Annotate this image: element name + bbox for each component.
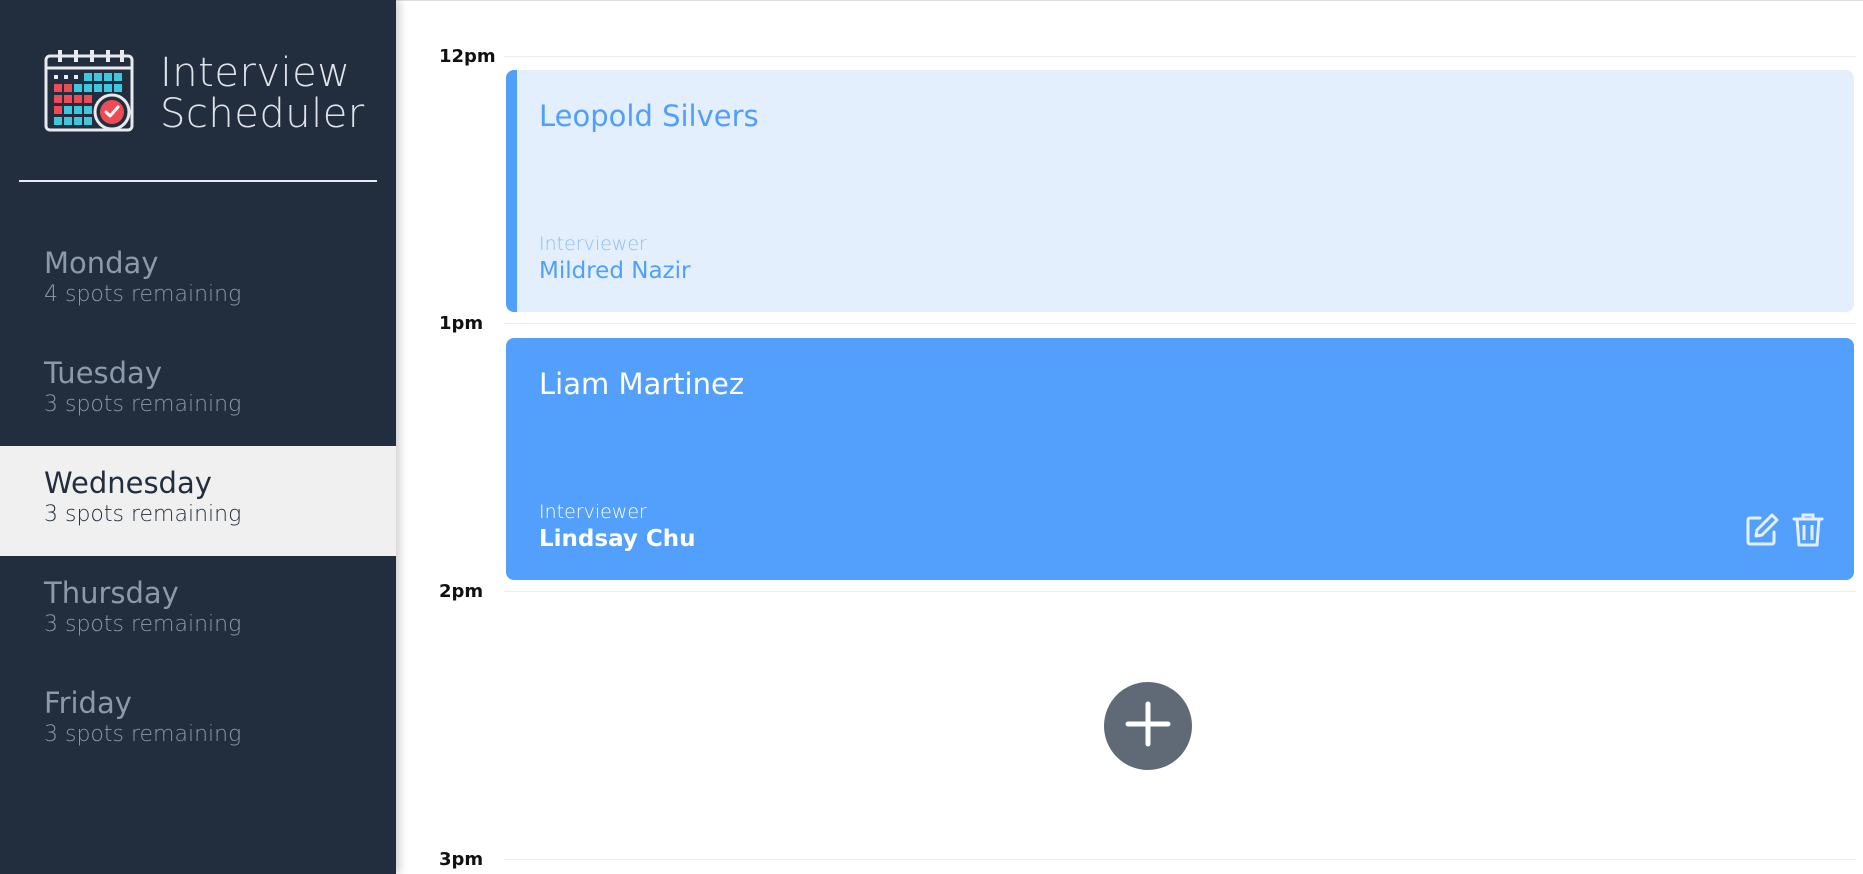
- day-spots: 3 spots remaining: [44, 392, 242, 417]
- interviewer-label: Interviewer: [539, 501, 647, 523]
- day-name: Tuesday: [44, 356, 162, 390]
- plus-icon: [1124, 700, 1172, 753]
- day-name: Monday: [44, 246, 159, 280]
- interviewer-info: Interviewer Lindsay Chu: [539, 500, 696, 554]
- time-label-1pm: 1pm: [439, 313, 484, 334]
- day-spots: 3 spots remaining: [44, 722, 242, 747]
- hour-line: [504, 591, 1856, 592]
- app-title: Interview Scheduler: [160, 49, 365, 137]
- sidebar: Interview Scheduler Monday 4 spots remai…: [0, 0, 396, 874]
- interviewer-name: Lindsay Chu: [539, 526, 696, 552]
- sidebar-divider: [19, 180, 377, 182]
- day-item-monday[interactable]: Monday 4 spots remaining: [0, 226, 396, 336]
- edit-icon: [1744, 512, 1780, 553]
- edit-button[interactable]: [1744, 512, 1780, 553]
- day-name: Thursday: [44, 576, 179, 610]
- brand-logo: Interview Scheduler: [44, 48, 365, 139]
- interviewer-info: Interviewer Mildred Nazir: [539, 232, 690, 286]
- day-name: Wednesday: [44, 466, 212, 500]
- interviewer-label: Interviewer: [539, 233, 647, 255]
- day-item-wednesday[interactable]: Wednesday 3 spots remaining: [0, 446, 396, 556]
- add-appointment-button[interactable]: [1104, 682, 1192, 770]
- appointment-card[interactable]: Liam Martinez Interviewer Lindsay Chu: [506, 338, 1854, 580]
- day-name: Friday: [44, 686, 132, 720]
- time-label-12pm: 12pm: [439, 46, 496, 67]
- hour-line: [504, 56, 1856, 57]
- time-label-2pm: 2pm: [439, 581, 484, 602]
- calendar-check-icon: [44, 48, 136, 139]
- appointment-card[interactable]: Leopold Silvers Interviewer Mildred Nazi…: [506, 70, 1854, 312]
- day-item-tuesday[interactable]: Tuesday 3 spots remaining: [0, 336, 396, 446]
- appointment-actions: [1744, 512, 1826, 553]
- day-spots: 3 spots remaining: [44, 612, 242, 637]
- day-item-friday[interactable]: Friday 3 spots remaining: [0, 666, 396, 776]
- day-spots: 4 spots remaining: [44, 282, 242, 307]
- hour-line: [504, 323, 1856, 324]
- day-item-thursday[interactable]: Thursday 3 spots remaining: [0, 556, 396, 666]
- trash-icon: [1792, 512, 1824, 553]
- day-spots: 3 spots remaining: [44, 502, 242, 527]
- day-list: Monday 4 spots remaining Tuesday 3 spots…: [0, 226, 396, 776]
- interviewer-name: Mildred Nazir: [539, 258, 691, 284]
- hour-line: [504, 859, 1856, 860]
- student-name: Liam Martinez: [539, 367, 745, 401]
- delete-button[interactable]: [1790, 512, 1826, 553]
- app-title-line1: Interview: [160, 49, 351, 96]
- app-title-line2: Scheduler: [160, 90, 365, 137]
- student-name: Leopold Silvers: [539, 99, 759, 133]
- time-label-3pm: 3pm: [439, 849, 484, 870]
